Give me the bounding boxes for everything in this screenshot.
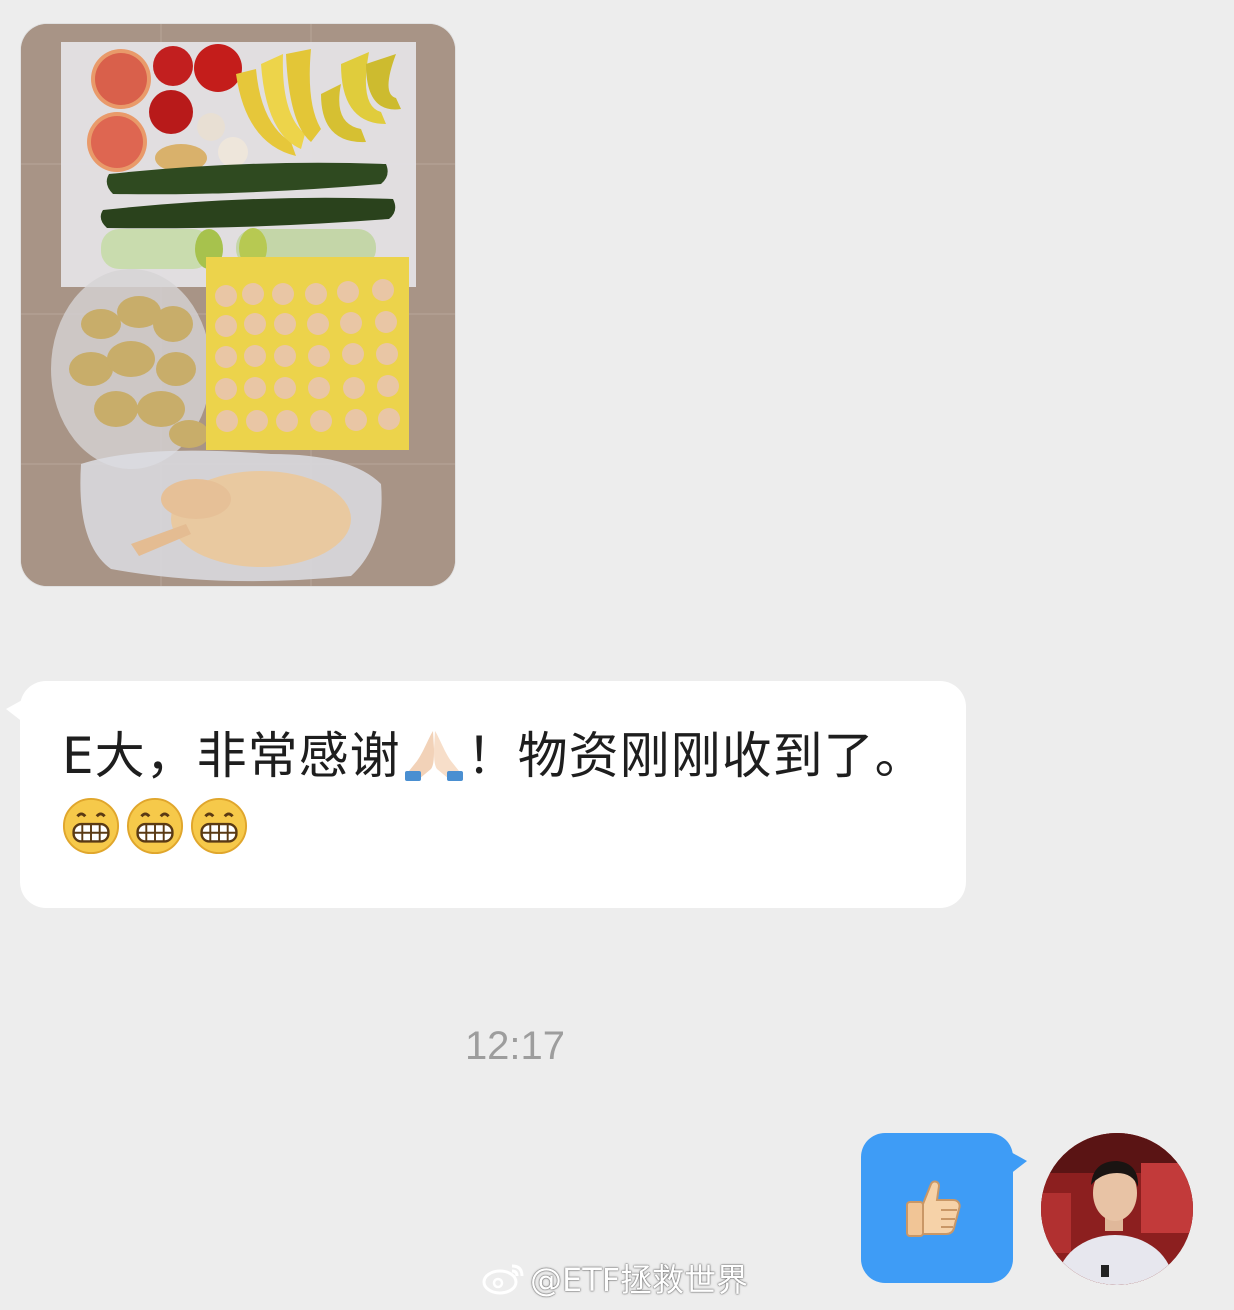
thumbs-up-emoji [906, 1180, 961, 1237]
grin-emoji [62, 797, 120, 855]
grin-emoji [190, 797, 248, 855]
message-text: E大，非常感谢 ！物资刚刚收到了。 [62, 721, 932, 861]
incoming-photo-message[interactable] [21, 24, 455, 586]
incoming-text-bubble[interactable]: E大，非常感谢 ！物资刚刚收到了。 [6, 681, 966, 908]
message-timestamp: 12:17 [464, 1024, 566, 1068]
user-avatar[interactable] [1041, 1133, 1193, 1285]
outgoing-message-bubble[interactable] [861, 1133, 1027, 1283]
watermark-text: @ETF拯救世界 [530, 1261, 749, 1299]
message-text-part1: E大，非常感谢 [62, 727, 401, 785]
message-text-part2: ！物资刚刚收到了。 [466, 727, 926, 785]
groceries-photo [21, 24, 455, 586]
weibo-logo [482, 1264, 524, 1295]
grin-emoji [126, 797, 184, 855]
bubble-tail [1009, 1151, 1027, 1175]
watermark: @ETF拯救世界 [482, 1258, 749, 1299]
bubble-tail [6, 699, 24, 723]
pray-emoji [404, 731, 463, 781]
avatar-image [1041, 1133, 1193, 1285]
